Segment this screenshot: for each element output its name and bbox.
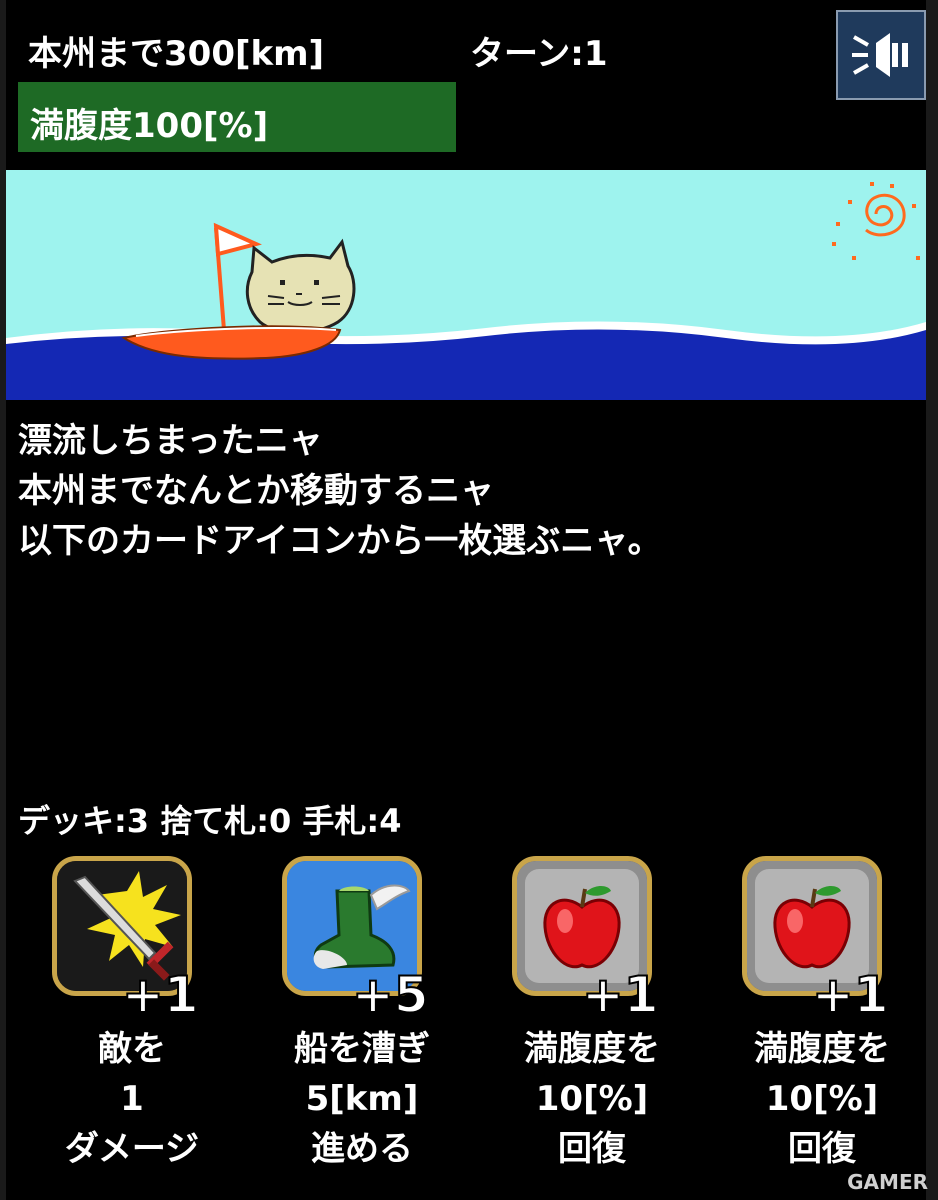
watermark: GAMER bbox=[847, 1170, 928, 1194]
card-desc-line: 船を漕ぎ bbox=[294, 1029, 430, 1069]
card-description: 船を漕ぎ 5[km] 進める bbox=[252, 1024, 472, 1174]
hunger-bar: 満腹度100[%] bbox=[18, 82, 456, 152]
card-desc-line: 満腹度を bbox=[754, 1029, 890, 1069]
card-desc-line: 回復 bbox=[558, 1129, 626, 1169]
card-description: 満腹度を 10[%] 回復 bbox=[482, 1024, 702, 1174]
message-line: 漂流しちまったニャ bbox=[18, 421, 323, 461]
card-desc-line: 5[km] bbox=[305, 1079, 419, 1119]
sound-toggle-button[interactable] bbox=[836, 10, 926, 100]
turn-counter: ターン:1 bbox=[470, 34, 608, 74]
card-bonus: +1 bbox=[581, 965, 660, 1025]
distance-to-honshu: 本州まで300[km] bbox=[28, 34, 325, 74]
card-desc-line: 満腹度を bbox=[524, 1029, 660, 1069]
cat-icon bbox=[245, 238, 356, 334]
card-bonus: +1 bbox=[811, 965, 890, 1025]
card-desc-line: 進める bbox=[311, 1129, 413, 1169]
card-desc-line: 10[%] bbox=[765, 1079, 879, 1119]
card-bonus: +5 bbox=[351, 965, 430, 1025]
card-food[interactable]: +1 満腹度を 10[%] 回復 bbox=[482, 856, 702, 1186]
deck-status: デッキ:3 捨て札:0 手札:4 bbox=[18, 802, 402, 840]
card-desc-line: 敵を bbox=[98, 1029, 166, 1069]
game-screen: 本州まで300[km] ターン:1 満腹度100[%] 漂流しちまったニャ 本州… bbox=[6, 0, 926, 1200]
card-desc-line: 回復 bbox=[788, 1129, 856, 1169]
card-description: 満腹度を 10[%] 回復 bbox=[712, 1024, 932, 1174]
hunger-label: 満腹度100[%] bbox=[30, 106, 269, 146]
card-desc-line: ダメージ bbox=[64, 1129, 200, 1169]
card-bonus: +1 bbox=[121, 965, 200, 1025]
card-description: 敵を 1 ダメージ bbox=[22, 1024, 242, 1174]
card-attack[interactable]: +1 敵を 1 ダメージ bbox=[22, 856, 242, 1186]
speaker-icon bbox=[852, 33, 908, 77]
message-line: 以下のカードアイコンから一枚選ぶニャ。 bbox=[18, 521, 662, 561]
card-row[interactable]: +5 船を漕ぎ 5[km] 進める bbox=[252, 856, 472, 1186]
card-desc-line: 10[%] bbox=[535, 1079, 649, 1119]
card-food[interactable]: +1 満腹度を 10[%] 回復 bbox=[712, 856, 932, 1186]
sea-scene bbox=[6, 170, 926, 400]
narration-message: 漂流しちまったニャ 本州までなんとか移動するニャ 以下のカードアイコンから一枚選… bbox=[18, 416, 662, 566]
message-line: 本州までなんとか移動するニャ bbox=[18, 471, 494, 511]
card-desc-line: 1 bbox=[120, 1079, 144, 1119]
